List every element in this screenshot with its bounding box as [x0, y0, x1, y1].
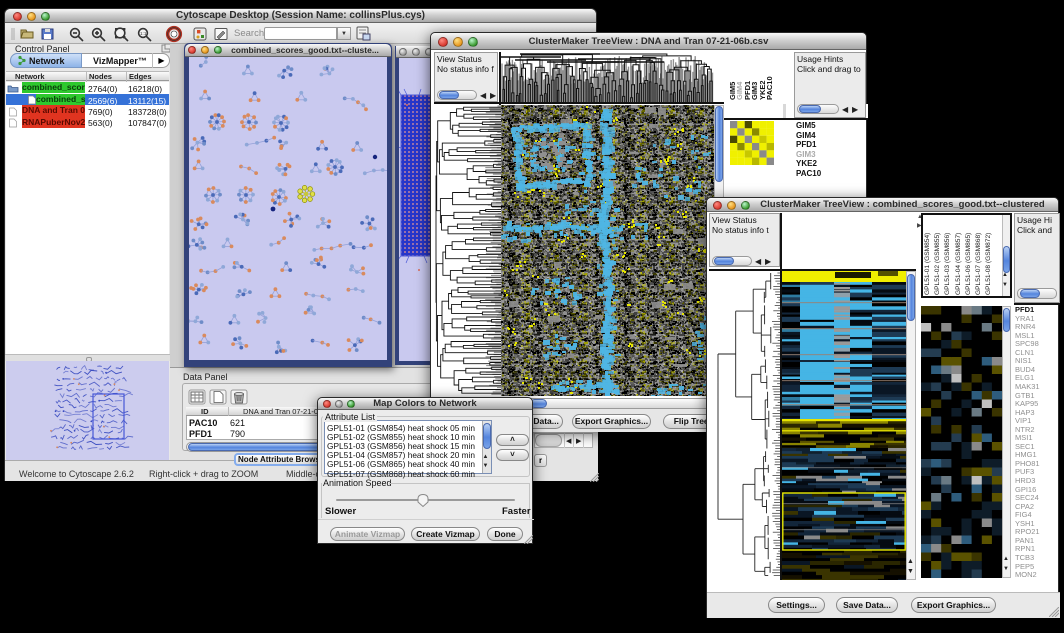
svg-text:1:1: 1:1	[140, 31, 147, 36]
